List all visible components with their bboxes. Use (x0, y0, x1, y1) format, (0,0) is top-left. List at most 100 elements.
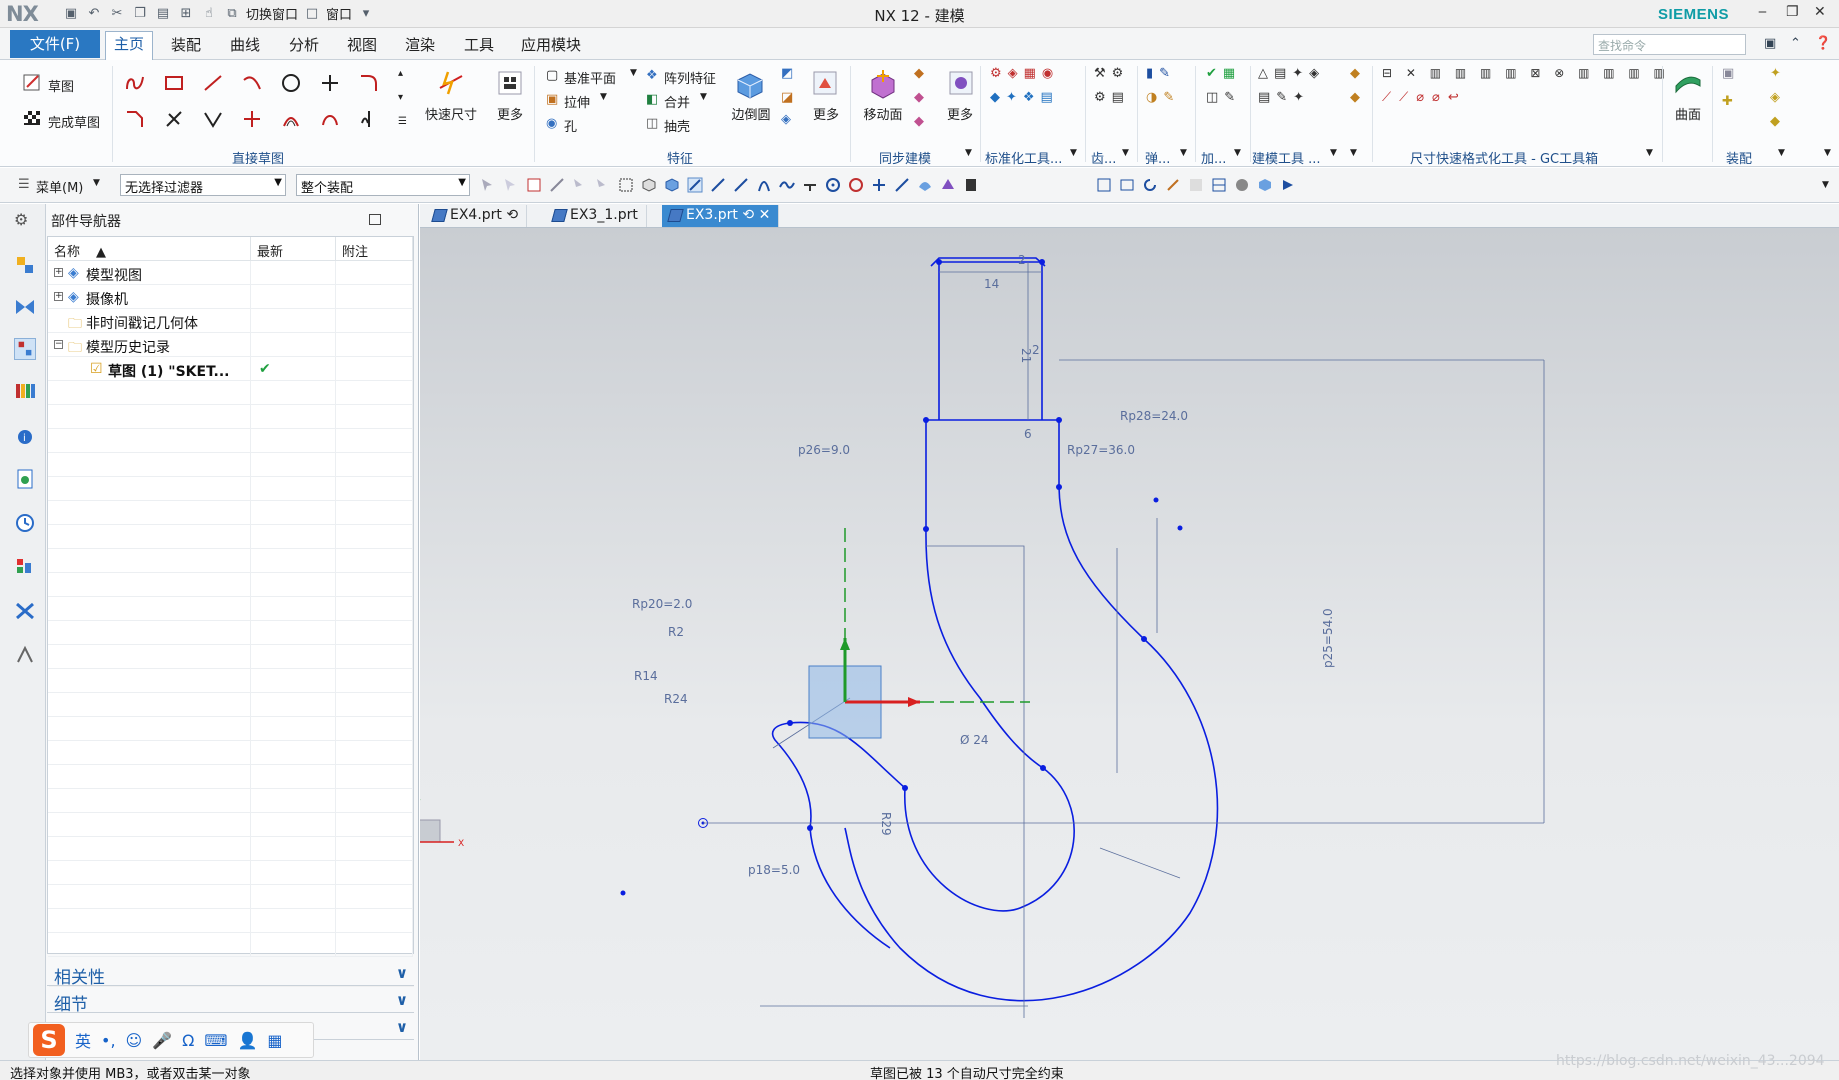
quick-extend-icon[interactable] (202, 108, 224, 130)
window-menu-button[interactable]: 窗口 (326, 4, 352, 23)
chevron-down-icon[interactable]: ▼ (630, 68, 637, 78)
sketch-checkbox-icon[interactable]: ☑ (90, 361, 103, 377)
section-dependencies[interactable]: 相关性 ∨ (47, 960, 414, 988)
chevron-down-icon[interactable]: ▼ (1646, 148, 1653, 158)
select-all-icon[interactable] (480, 177, 496, 193)
close-button[interactable]: ✕ (1814, 4, 1826, 20)
finish-sketch-icon[interactable] (22, 108, 44, 130)
shell-button[interactable]: 抽壳 (664, 116, 690, 135)
datum-plane-button[interactable]: 基准平面 (564, 68, 616, 87)
info-icon[interactable]: i (14, 424, 36, 446)
save-icon[interactable]: ▣ (62, 5, 80, 23)
assembly-constraint-icon[interactable]: ✦ (1770, 66, 1781, 81)
minimize-button[interactable]: ‒ (1758, 4, 1767, 20)
perspective-icon[interactable] (1188, 177, 1204, 193)
rectangle-select-icon[interactable] (618, 177, 634, 193)
process-tools-icons-row2[interactable]: ◫✎ (1206, 90, 1241, 105)
snap-quadrant-icon[interactable] (848, 177, 864, 193)
move-face-button[interactable]: 移动面 (856, 104, 910, 123)
menu-button[interactable]: 菜单(M) (36, 177, 83, 196)
deselect-icon[interactable] (503, 177, 519, 193)
extrude-icon[interactable]: ▣ (546, 92, 558, 107)
more-feature-icon[interactable] (812, 70, 838, 96)
more-sync-icon[interactable] (948, 70, 974, 96)
snap-tangent-icon[interactable] (802, 177, 818, 193)
snap-end-point-icon[interactable] (687, 177, 703, 193)
assembly-navigator-icon[interactable] (14, 254, 36, 276)
surface-icon[interactable] (1674, 68, 1702, 96)
line-icon[interactable] (202, 72, 224, 94)
point-icon[interactable] (319, 72, 341, 94)
tab-applications[interactable]: 应用模块 (513, 33, 589, 56)
surface-button[interactable]: 曲面 (1668, 104, 1708, 123)
circle-icon[interactable] (280, 72, 302, 94)
mirror-curve-icon[interactable] (358, 108, 380, 130)
microphone-icon[interactable]: 🎤 (152, 1031, 172, 1050)
sketch-curves[interactable] (771, 257, 1219, 1002)
move-component-icon[interactable]: ◈ (1770, 90, 1780, 105)
unite-icon[interactable]: ◧ (646, 92, 658, 107)
tree-row[interactable]: 🗀 非时间戳记几何体 (48, 309, 413, 333)
more-sketch-button[interactable]: 更多 (490, 104, 530, 123)
select-curve-icon[interactable] (549, 177, 565, 193)
quick-dimension-button[interactable]: 快速尺寸 (420, 104, 482, 123)
column-header-note[interactable]: 附注 (336, 237, 413, 261)
snap-bounded-grid-icon[interactable] (940, 177, 956, 193)
switch-window-button[interactable]: 切换窗口 (246, 4, 298, 23)
dimension-format-icons[interactable]: ⊟ ✕ ▥ ▥ ▥ ▥ ⊠ ⊗ ▥ ▥ ▥ ▥ (1382, 66, 1670, 80)
chevron-down-icon[interactable]: ▾ (357, 5, 375, 23)
keyboard-icon[interactable]: ⌨ (204, 1031, 227, 1050)
gallery-scroll-down-icon[interactable]: ▾ (398, 92, 403, 103)
unite-button[interactable]: 合并 (664, 92, 690, 111)
fillet-icon[interactable] (358, 72, 380, 94)
snap-spline-icon[interactable] (779, 177, 795, 193)
gear-tools-icons[interactable]: ⚒⚙ (1094, 66, 1129, 81)
offset-curve-icon[interactable] (280, 108, 302, 130)
touch-mode-icon[interactable]: ☝ (200, 5, 218, 23)
zoom-icon[interactable] (1119, 177, 1135, 193)
tree-row[interactable]: ☑ 草图 (1) "SKET... ✔ (48, 357, 413, 381)
file-tab-ex3[interactable]: EX3.prt ⟲ ✕ (662, 205, 780, 227)
gallery-expand-icon[interactable]: ☰ (398, 116, 407, 127)
thread-icon[interactable]: ◈ (781, 112, 791, 127)
dimension-format-icons-row2[interactable]: ⟋⟋⌀⌀↩ (1382, 90, 1467, 105)
hole-button[interactable]: 孔 (564, 116, 577, 135)
file-tab-ex4[interactable]: EX4.prt ⟲ (426, 205, 528, 227)
sogou-logo[interactable]: S (33, 1024, 65, 1056)
modeling-tools-icons[interactable]: △▤✦◈ (1258, 66, 1325, 81)
maximize-panel-button[interactable] (369, 214, 381, 225)
tab-curve[interactable]: 曲线 (222, 33, 268, 56)
tree-row[interactable]: + ◈ 模型视图 (48, 261, 413, 285)
snap-control-point-icon[interactable] (733, 177, 749, 193)
tab-analysis[interactable]: 分析 (281, 33, 327, 56)
chevron-down-icon[interactable]: ▼ (1778, 148, 1785, 158)
reuse-library-icon[interactable] (14, 380, 36, 402)
sketch-button[interactable]: 草图 (48, 76, 74, 95)
process-tools-icons[interactable]: ✔▦ (1206, 66, 1241, 81)
copy-icon[interactable]: ❐ (131, 5, 149, 23)
standard-tools-icons-row2[interactable]: ◆✦❖▤ (990, 90, 1059, 105)
window-icon[interactable]: □ (303, 5, 321, 23)
expand-toggle-icon[interactable]: − (54, 340, 63, 349)
chevron-down-icon[interactable]: ▼ (1070, 148, 1077, 158)
arc-icon[interactable] (241, 72, 263, 94)
chevron-down-icon[interactable]: ▼ (965, 148, 972, 158)
tree-row[interactable]: − 🗀 模型历史记录 (48, 333, 413, 357)
gear-tools-icons-row2[interactable]: ⚙▤ (1094, 90, 1130, 105)
edit-section-icon[interactable] (1257, 177, 1273, 193)
file-menu-button[interactable]: 文件(F) (10, 30, 100, 58)
fit-view-icon[interactable] (1096, 177, 1112, 193)
quick-dimension-icon[interactable] (436, 68, 466, 98)
web-browser-icon[interactable] (14, 468, 36, 490)
gear-icon[interactable]: ⚙ (14, 210, 36, 232)
part-navigator-icon[interactable] (14, 338, 36, 360)
chevron-down-icon[interactable]: ▼ (600, 92, 607, 102)
section-details[interactable]: 细节 ∨ (47, 987, 414, 1015)
make-corner-icon[interactable] (241, 108, 263, 130)
sketch-icon[interactable] (22, 72, 44, 94)
finish-sketch-button[interactable]: 完成草图 (48, 112, 100, 131)
help-icon[interactable]: ❓ (1815, 36, 1831, 51)
extrude-button[interactable]: 拉伸 (564, 92, 590, 111)
chevron-down-icon[interactable]: ▼ (1180, 148, 1187, 158)
exploded-view-icon[interactable]: ◆ (1770, 114, 1780, 129)
